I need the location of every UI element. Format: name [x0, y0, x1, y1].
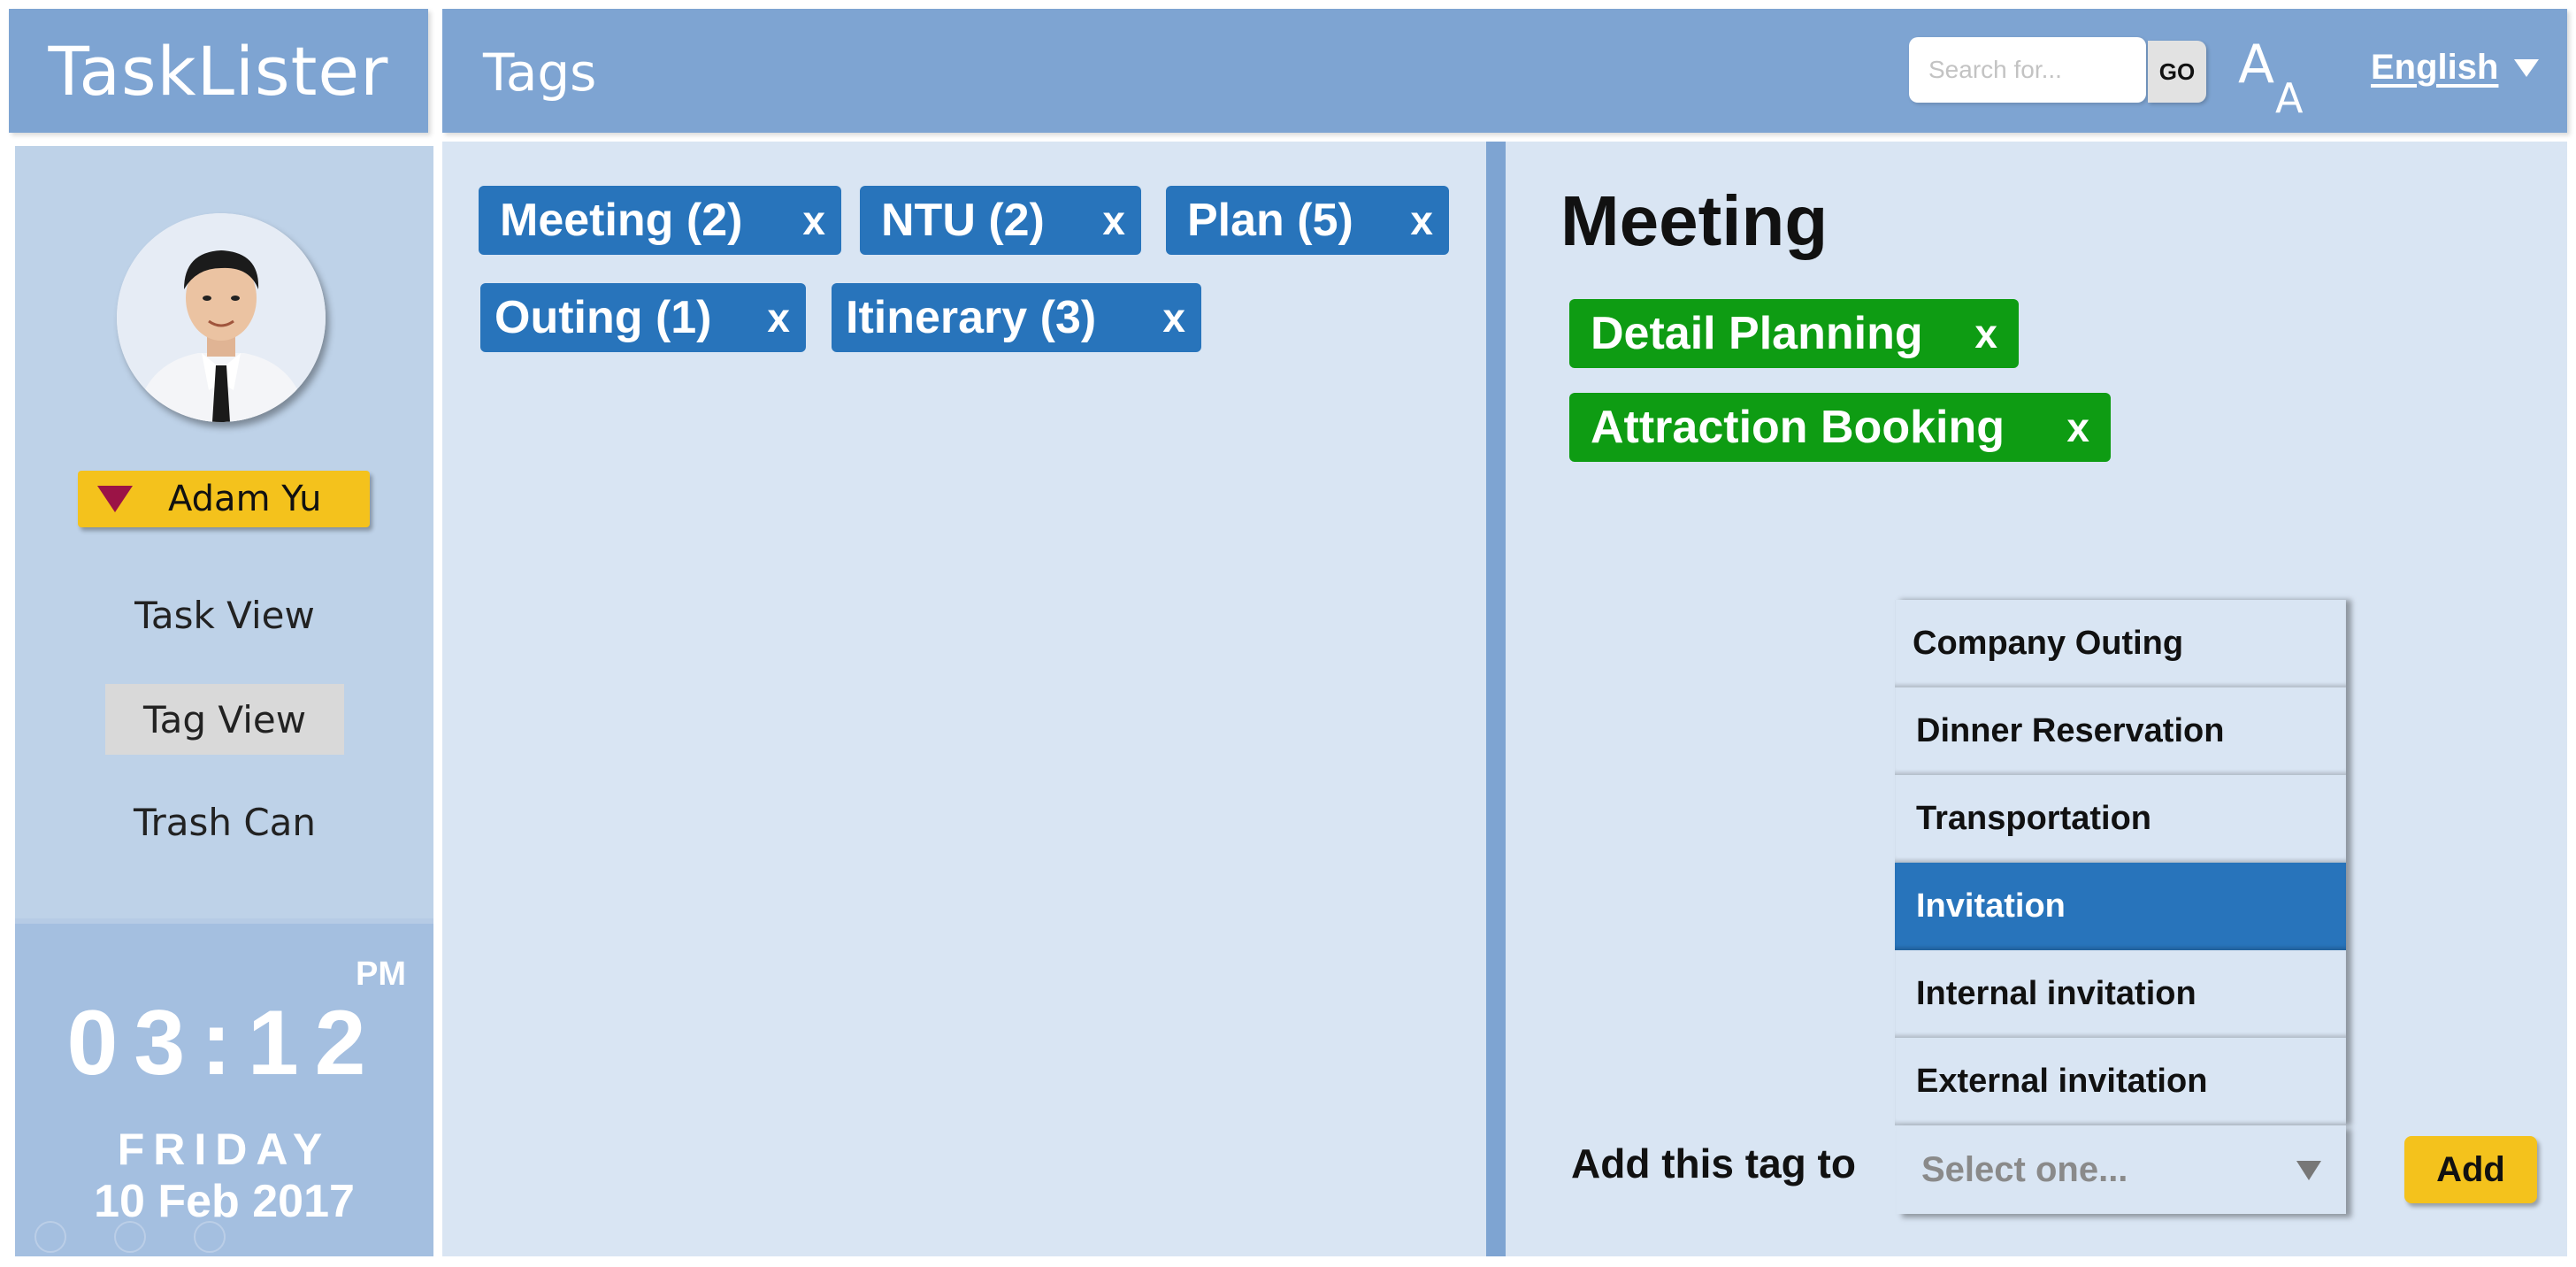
clock-day: FRIDAY: [117, 1125, 332, 1174]
search-box: [1909, 37, 2146, 103]
tag-chip[interactable]: Outing (1) x: [480, 283, 806, 352]
remove-tag-button[interactable]: x: [802, 196, 825, 244]
add-tag-select[interactable]: Select one...: [1897, 1125, 2346, 1214]
select-placeholder: Select one...: [1921, 1149, 2128, 1189]
font-size-icon[interactable]: A A: [2238, 30, 2318, 122]
remove-tag-button[interactable]: x: [1162, 294, 1185, 342]
clock-time: 03:12: [66, 992, 382, 1094]
subtag-chip[interactable]: Attraction Booking x: [1569, 393, 2111, 462]
search-go-button[interactable]: GO: [2148, 41, 2206, 103]
dropdown-options-list: Company Outing Dinner Reservation Transp…: [1895, 600, 2346, 1125]
dropdown-option[interactable]: Transportation: [1895, 775, 2346, 863]
chevron-down-icon: [2296, 1161, 2321, 1180]
user-menu-button[interactable]: Adam Yu: [78, 471, 370, 527]
settings-icon[interactable]: [34, 1221, 66, 1253]
tag-label: Itinerary (3): [846, 292, 1097, 343]
tag-chip[interactable]: Plan (5) x: [1166, 186, 1449, 255]
app-logo: TaskLister: [9, 9, 428, 133]
dropdown-option[interactable]: Company Outing: [1895, 600, 2346, 687]
tag-label: NTU (2): [881, 195, 1045, 246]
tag-detail-panel: Meeting Detail Planning x Attraction Boo…: [1506, 142, 2567, 1256]
user-name: Adam Yu: [168, 479, 322, 519]
remove-tag-button[interactable]: x: [1410, 196, 1433, 244]
remove-tag-button[interactable]: x: [767, 294, 790, 342]
dropdown-option-selected[interactable]: Invitation: [1895, 863, 2346, 950]
triangle-down-icon: [97, 486, 133, 512]
search-icon[interactable]: [114, 1221, 146, 1253]
clock-panel: PM 03:12 FRIDAY 10 Feb 2017: [15, 918, 433, 1256]
language-dropdown[interactable]: English: [2371, 48, 2540, 88]
more-icon[interactable]: [194, 1221, 226, 1253]
dropdown-option[interactable]: Internal invitation: [1895, 950, 2346, 1038]
sidebar: Adam Yu Task View Tag View Trash Can PM …: [15, 146, 433, 1256]
app-name: TaskLister: [48, 31, 389, 111]
tag-chip[interactable]: Meeting (2) x: [479, 186, 841, 255]
tag-chip[interactable]: NTU (2) x: [860, 186, 1141, 255]
chevron-down-icon: [2514, 58, 2540, 77]
tag-label: Outing (1): [494, 292, 712, 343]
subtag-label: Attraction Booking: [1591, 402, 2005, 453]
header-bar: Tags GO A A English: [442, 9, 2567, 133]
dropdown-option[interactable]: Dinner Reservation: [1895, 687, 2346, 775]
tag-chip[interactable]: Itinerary (3) x: [832, 283, 1201, 352]
tag-label: Plan (5): [1187, 195, 1353, 246]
remove-subtag-button[interactable]: x: [1974, 310, 1997, 357]
nav-task-view[interactable]: Task View: [105, 580, 344, 650]
tags-panel: Meeting (2) x NTU (2) x Plan (5) x Outin…: [442, 142, 1486, 1256]
language-label: English: [2371, 48, 2499, 87]
clock-meridiem: PM: [356, 956, 406, 993]
remove-tag-button[interactable]: x: [1102, 196, 1125, 244]
font-size-small-glyph: A: [2275, 74, 2304, 122]
search-input[interactable]: [1909, 37, 2146, 103]
detail-title: Meeting: [1560, 181, 1828, 260]
subtag-label: Detail Planning: [1591, 308, 1923, 359]
add-button[interactable]: Add: [2404, 1136, 2537, 1203]
subtag-chip[interactable]: Detail Planning x: [1569, 299, 2019, 368]
avatar[interactable]: [117, 213, 326, 422]
clock-date: 10 Feb 2017: [94, 1176, 355, 1227]
panel-divider[interactable]: [1486, 142, 1506, 1256]
nav-trash-can[interactable]: Trash Can: [105, 787, 344, 857]
tag-label: Meeting (2): [500, 195, 743, 246]
font-size-large-glyph: A: [2238, 34, 2275, 96]
nav-tag-view[interactable]: Tag View: [105, 684, 344, 755]
page-title: Tags: [483, 42, 597, 103]
remove-subtag-button[interactable]: x: [2066, 403, 2089, 451]
user-photo-icon: [117, 213, 326, 422]
add-tag-label: Add this tag to: [1571, 1140, 1856, 1186]
dropdown-option[interactable]: External invitation: [1895, 1038, 2346, 1125]
